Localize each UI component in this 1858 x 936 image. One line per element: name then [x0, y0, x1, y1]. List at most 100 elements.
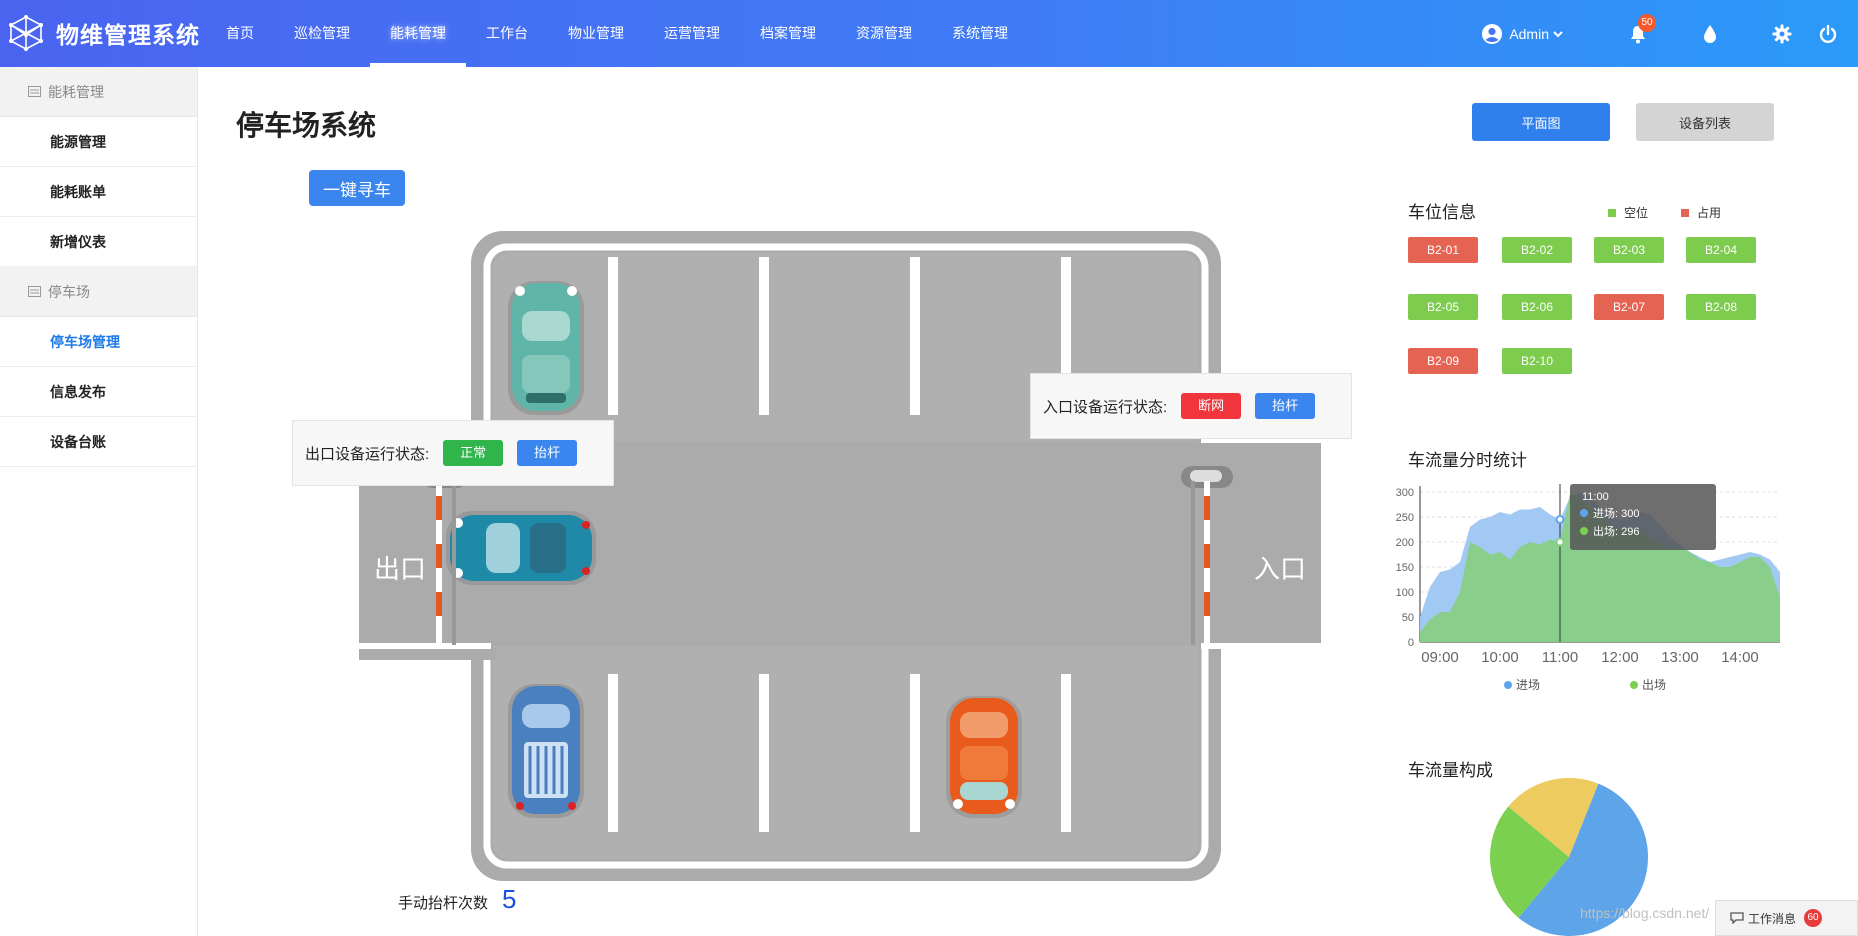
chevron-down-icon	[1553, 30, 1563, 37]
app-title: 物维管理系统	[56, 22, 200, 48]
spots-title: 车位信息	[1408, 203, 1476, 222]
tooltip-dot-in	[1580, 509, 1588, 517]
car-teal	[508, 281, 584, 415]
tooltip-out: 出场: 296	[1593, 524, 1639, 538]
energy-button[interactable]	[1674, 0, 1746, 67]
sidebar-item[interactable]: 新增仪表	[0, 217, 197, 267]
notification-badge: 50	[1638, 14, 1656, 32]
nav-item[interactable]: 巡检管理	[274, 0, 370, 67]
list-icon	[28, 286, 41, 297]
entry-raise-button[interactable]: 抬杆	[1255, 393, 1316, 419]
parking-spot[interactable]: B2-10	[1502, 348, 1572, 374]
parking-spot[interactable]: B2-09	[1408, 348, 1478, 374]
legend-free: 空位	[1608, 204, 1648, 221]
y-tick-label: 150	[1396, 562, 1414, 574]
parking-lot-map: 出口 入口	[359, 231, 1321, 881]
network-logo-icon	[9, 15, 43, 51]
car-cyan	[446, 511, 596, 585]
parking-spot[interactable]: B2-01	[1408, 237, 1478, 263]
nav-item[interactable]: 档案管理	[740, 0, 836, 67]
exit-label: 出口	[374, 554, 426, 584]
parking-spot[interactable]: B2-07	[1594, 294, 1664, 320]
tooltip-in: 进场: 300	[1593, 506, 1639, 520]
legend-dot-1	[1630, 681, 1638, 689]
nav-item[interactable]: 系统管理	[932, 0, 1028, 67]
sidebar-group-energy[interactable]: 能耗管理	[0, 67, 197, 117]
y-tick-label: 100	[1396, 587, 1414, 599]
sidebar-item[interactable]: 能源管理	[0, 117, 197, 167]
sidebar-item[interactable]: 能耗账单	[0, 167, 197, 217]
top-right-controls: Admin 50	[1481, 0, 1858, 67]
page-title: 停车场系统	[236, 110, 377, 141]
x-tick-label: 10:00	[1481, 649, 1519, 666]
exit-raise-button[interactable]: 抬杆	[517, 440, 578, 466]
car-orange	[946, 696, 1022, 818]
composition-chart-title: 车流量构成	[1408, 761, 1493, 780]
sidebar-group-parking[interactable]: 停车场	[0, 267, 197, 317]
x-tick-label: 09:00	[1421, 649, 1459, 666]
brand[interactable]: 物维管理系统	[8, 12, 200, 54]
parking-spot[interactable]: B2-06	[1502, 294, 1572, 320]
legend-swatch	[1681, 208, 1689, 217]
user-menu[interactable]: Admin	[1481, 23, 1564, 45]
user-name: Admin	[1509, 25, 1549, 42]
parking-spot[interactable]: B2-02	[1502, 237, 1572, 263]
gear-icon	[1772, 24, 1792, 43]
exit-status-label: 出口设备运行状态:	[305, 445, 430, 463]
power-icon	[1819, 24, 1837, 43]
parking-spot[interactable]: B2-08	[1686, 294, 1756, 320]
traffic-flow-chart: 0 50 100 150 200 250 300 09:00 10:00 11:00 12:00 13…	[1396, 484, 1780, 692]
x-tick-label: 11:00	[1542, 649, 1578, 666]
sidebar: 能耗管理 能源管理 能耗账单 新增仪表 停车场 停车场管理 信息发布 设备台账	[0, 67, 198, 936]
nav-item[interactable]: 能耗管理	[370, 0, 466, 67]
flow-chart-title: 车流量分时统计	[1408, 451, 1527, 470]
nav-item[interactable]: 运营管理	[644, 0, 740, 67]
nav-item[interactable]: 资源管理	[836, 0, 932, 67]
entry-status-label: 入口设备运行状态:	[1043, 398, 1168, 416]
hover-point-in	[1555, 515, 1565, 524]
user-avatar-icon	[1482, 23, 1503, 44]
parking-spot[interactable]: B2-04	[1686, 237, 1756, 263]
water-drop-icon	[1704, 24, 1716, 43]
sidebar-group-label: 能耗管理	[48, 83, 104, 100]
y-tick-label: 200	[1396, 537, 1414, 549]
legend-label-0: 进场	[1516, 678, 1540, 692]
work-message-bar[interactable]: 工作消息 60	[1715, 900, 1858, 936]
x-tick-label: 13:00	[1661, 649, 1699, 666]
settings-button[interactable]	[1746, 0, 1818, 67]
y-tick-label: 300	[1396, 487, 1414, 499]
parking-spot[interactable]: B2-05	[1408, 294, 1478, 320]
y-tick-label: 250	[1396, 512, 1414, 524]
logout-button[interactable]	[1818, 0, 1858, 67]
sidebar-item[interactable]: 信息发布	[0, 367, 197, 417]
car-blue	[508, 684, 584, 818]
exit-status-panel: 出口设备运行状态: 正常 抬杆	[292, 420, 614, 486]
hover-point-out	[1555, 537, 1565, 547]
tooltip-dot-out	[1580, 527, 1588, 535]
notification-button[interactable]: 50	[1602, 0, 1674, 67]
entry-label: 入口	[1254, 554, 1306, 584]
y-tick-label: 50	[1402, 612, 1414, 624]
nav-item[interactable]: 首页	[206, 0, 274, 67]
manual-raise-label: 手动抬杆次数	[398, 895, 489, 912]
top-navigation-bar: 物维管理系统 首页 巡检管理 能耗管理 工作台 物业管理 运营管理 档案管理 资源管理 系统管理…	[0, 0, 1858, 67]
nav-item[interactable]: 工作台	[466, 0, 548, 67]
tooltip-time: 11:00	[1582, 491, 1609, 503]
manual-raise-count: 5	[502, 884, 517, 914]
work-message-badge: 60	[1804, 909, 1823, 927]
sidebar-item[interactable]: 设备台账	[0, 417, 197, 467]
legend-label: 占用	[1697, 206, 1722, 220]
list-icon	[28, 86, 41, 97]
exit-status-badge: 正常	[443, 440, 504, 466]
floor-plan-button[interactable]: 平面图	[1472, 103, 1610, 141]
sidebar-item[interactable]: 停车场管理	[0, 317, 197, 367]
x-tick-label: 14:00	[1721, 649, 1759, 666]
device-list-button[interactable]: 设备列表	[1636, 103, 1774, 141]
chat-icon	[1730, 912, 1744, 924]
find-car-button[interactable]: 一键寻车	[309, 170, 405, 206]
legend-dot-0	[1504, 681, 1512, 689]
nav-item[interactable]: 物业管理	[548, 0, 644, 67]
sidebar-group-label: 停车场	[48, 283, 90, 300]
parking-spot[interactable]: B2-03	[1594, 237, 1664, 263]
main-nav: 首页 巡检管理 能耗管理 工作台 物业管理 运营管理 档案管理 资源管理 系统管理	[206, 0, 1028, 67]
